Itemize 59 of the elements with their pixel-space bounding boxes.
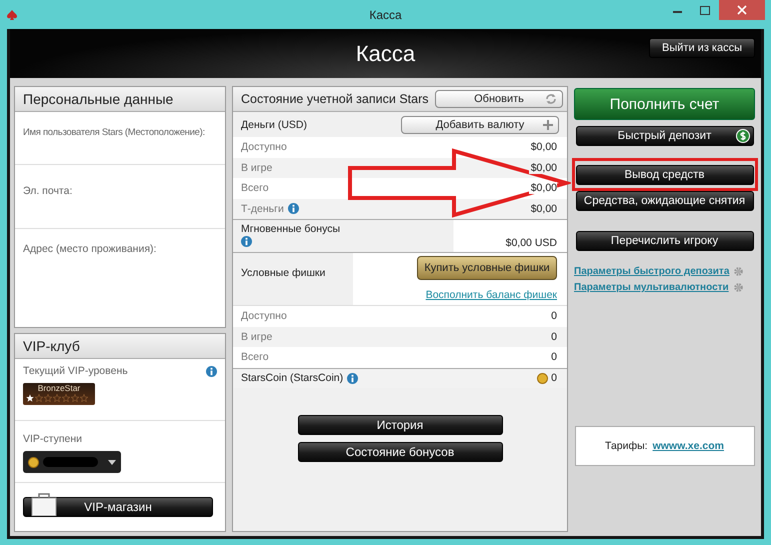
panel-header: VIP-клуб [15,334,225,359]
section-label: Мгновенные бонусы [241,223,340,235]
row-value: $0,00 USD [506,237,558,251]
dollar-coin-icon [736,129,750,143]
panel-header: Персональные данные [15,87,225,112]
row-value: 0 [551,330,557,343]
rates-label: Тарифы: [605,440,648,452]
spade-icon [6,8,18,20]
quick-deposit-button[interactable]: Быстрый депозит [576,126,754,146]
badge-text: BronzeStar [38,383,80,394]
row-value: $0,00 [528,162,557,174]
transfer-button[interactable]: Перечислить игроку [576,231,754,251]
section-label: Условные фишки [241,267,326,279]
row-label: Доступно [241,141,287,154]
row-value: $0,00 [528,202,557,215]
vip-steps-dropdown[interactable] [23,451,121,473]
field-label: VIP-ступени [23,433,84,445]
field-label: Адрес (место проживания): [23,243,156,255]
redacted-bar [43,457,98,467]
caret-icon [108,460,116,464]
row-value: 0 [551,372,557,384]
refresh-icon [544,92,558,106]
panel-header: Состояние учетной записи Stars [241,92,428,106]
info-icon[interactable] [206,366,217,376]
action-button[interactable]: Средства, ожидающие снятия [576,191,754,211]
row-label: Доступно [241,310,287,322]
row-label: Всего [241,351,269,364]
row-label: В игре [241,162,272,174]
exit-button[interactable]: Выйти из кассы [649,38,755,58]
section-label: Деньги (USD) [241,118,307,130]
window-title: Касса [369,8,402,22]
add-currency-button[interactable]: Добавить валюту [401,116,559,134]
row-value: 0 [551,351,557,364]
field-label: Имя пользователя Stars (Местоположение): [23,127,205,138]
action-button[interactable]: История [298,414,502,434]
row-label: StarsCoin (StarsCoin) [241,372,344,384]
plus-icon [542,118,554,130]
coin-icon [28,456,39,468]
info-icon[interactable] [288,203,299,214]
close-icon[interactable] [719,0,765,20]
action-button[interactable]: Вывод средств [576,165,754,185]
info-icon[interactable] [347,372,358,384]
row-label: Всего [241,182,269,194]
row-value: 0 [551,310,557,322]
rates-link[interactable]: wwww.xe.com [652,440,724,452]
info-icon[interactable] [241,236,252,247]
row-value: $0,00 [528,141,557,154]
row-label: В игре [241,330,272,343]
row-value: $0,00 [528,182,557,194]
page-title: Касса [356,40,416,66]
deposit-button[interactable]: Пополнить счет [574,88,755,120]
field-label: Эл. почта: [23,185,72,197]
coin-icon [537,372,548,384]
buy-chips-button[interactable]: Купить условные фишки [417,256,557,280]
row-label: Т-деньги [241,202,284,215]
refresh-button[interactable]: Обновить [435,90,563,108]
action-button[interactable]: Состояние бонусов [298,442,502,462]
field-label: Текущий VIP-уровень [23,365,128,377]
refill-chips-link[interactable]: Восполнить баланс фишек [426,289,557,301]
